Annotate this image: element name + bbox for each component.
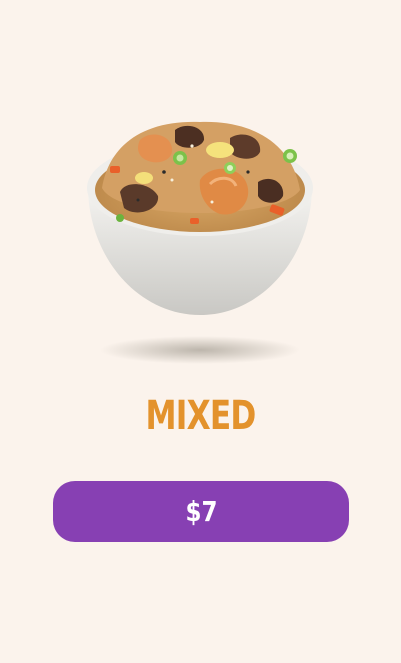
fried-rice-bowl-image [80,110,320,370]
product-card: MIXED $7 [0,0,401,663]
price-label: $7 [185,495,217,528]
price-button[interactable]: $7 [53,481,349,542]
product-name: MIXED [145,393,256,439]
